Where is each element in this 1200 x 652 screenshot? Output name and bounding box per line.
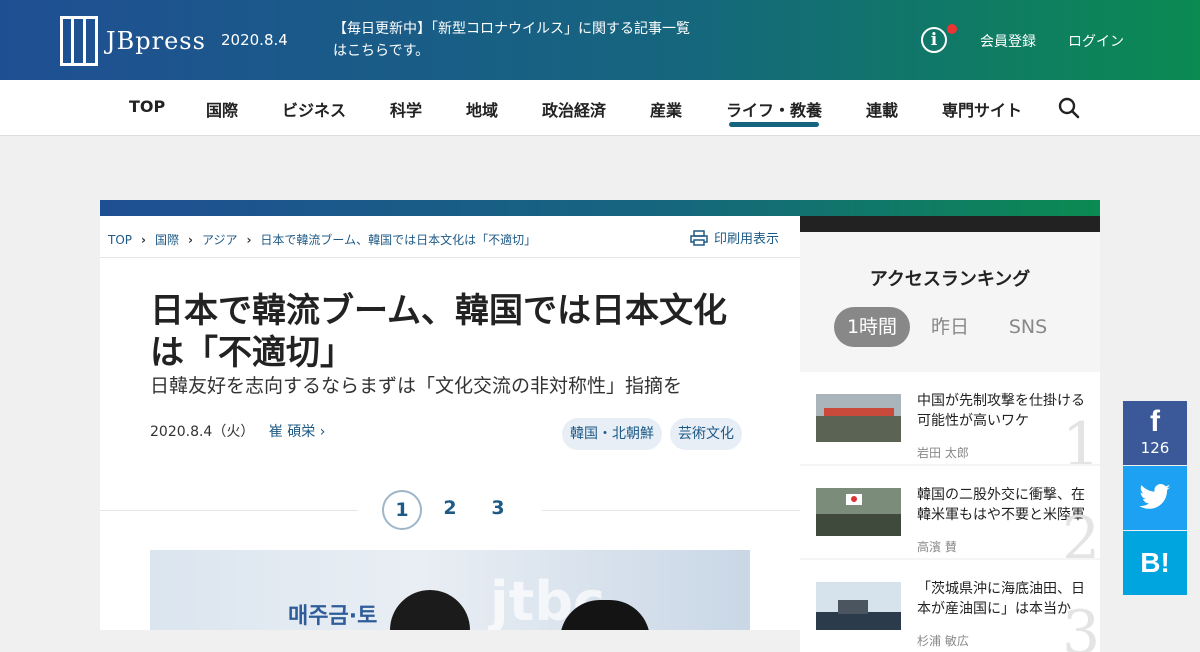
- covid-notice-link[interactable]: 【毎日更新中】「新型コロナウイルス」に関する記事一覧はこちらです。: [333, 18, 693, 62]
- pagination-divider: [100, 510, 358, 511]
- ranking-number: 2: [1062, 504, 1100, 558]
- breadcrumb-international[interactable]: 国際: [155, 233, 179, 247]
- print-button[interactable]: 印刷用表示: [690, 228, 779, 247]
- ranking-item-author: 高濱 賛: [917, 540, 957, 554]
- tab-sns[interactable]: SNS: [996, 307, 1060, 347]
- printer-icon: [690, 229, 708, 246]
- main-nav: TOP 国際 ビジネス 科学 地域 政治経済 産業 ライフ・教養 連載 専門サイ…: [0, 80, 1200, 136]
- pagination-divider: [542, 510, 800, 511]
- breadcrumb-top[interactable]: TOP: [108, 233, 132, 247]
- breadcrumb-current[interactable]: 日本で韓流ブーム、韓国では日本文化は「不適切」: [260, 233, 536, 247]
- page-2-button[interactable]: 2: [430, 490, 470, 530]
- breadcrumb-separator-icon: ›: [141, 233, 146, 247]
- signup-link[interactable]: 会員登録: [980, 31, 1036, 51]
- author-name: 崔 碩栄: [268, 424, 316, 440]
- page-3-button[interactable]: 3: [478, 490, 518, 530]
- ranking-title: アクセスランキング: [869, 269, 1031, 290]
- login-link[interactable]: ログイン: [1068, 31, 1124, 51]
- hatena-bookmark-button[interactable]: B!: [1123, 531, 1187, 595]
- article-title: 日本で韓流ブーム、韓国では日本文化は「不適切」: [150, 291, 727, 373]
- logo-mark-icon: [60, 16, 98, 66]
- print-label: 印刷用表示: [714, 232, 780, 247]
- page-1-button[interactable]: 1: [382, 490, 422, 530]
- nav-item-region[interactable]: 地域: [466, 97, 498, 121]
- tag-arts-culture[interactable]: 芸術文化: [670, 418, 742, 450]
- content-gradient-bar: [100, 200, 1100, 216]
- photo-sign-text: 매주금·토: [288, 604, 378, 629]
- article-meta: 2020.8.4（火） 崔 碩栄 ›: [150, 421, 325, 441]
- nav-item-industry[interactable]: 産業: [650, 97, 682, 121]
- author-link[interactable]: 崔 碩栄 ›: [269, 424, 326, 440]
- hatena-icon: B!: [1140, 547, 1170, 578]
- nav-item-top[interactable]: TOP: [129, 97, 165, 116]
- ranking-thumbnail: [816, 394, 901, 442]
- article-photo: 매주금·토 jtbc: [150, 550, 750, 630]
- nav-item-life-culture[interactable]: ライフ・教養: [726, 97, 822, 121]
- nav-item-science[interactable]: 科学: [390, 97, 422, 121]
- nav-item-specialty-sites[interactable]: 専門サイト: [942, 97, 1022, 121]
- nav-item-politics-economy[interactable]: 政治経済: [542, 97, 606, 121]
- facebook-share-count: 126: [1140, 439, 1170, 457]
- logo-text: JBpress: [106, 27, 206, 55]
- notification-dot: [947, 24, 957, 34]
- nav-item-international[interactable]: 国際: [206, 97, 238, 121]
- info-icon[interactable]: i: [921, 27, 947, 53]
- ranking-thumbnail: [816, 488, 901, 536]
- chevron-right-icon: ›: [319, 424, 326, 440]
- breadcrumb-separator-icon: ›: [246, 233, 252, 247]
- nav-item-series[interactable]: 連載: [866, 97, 898, 121]
- article-subtitle: 日韓友好を志向するならまずは「文化交流の非対称性」指摘を: [150, 375, 683, 397]
- facebook-icon: f: [1150, 405, 1160, 438]
- sidebar-top-bar: [800, 216, 1100, 232]
- tab-yesterday[interactable]: 昨日: [918, 307, 982, 347]
- ranking-sidebar: アクセスランキング 1時間 昨日 SNS 中国が先制攻撃を仕掛ける可能性が高いワ…: [800, 232, 1100, 652]
- twitter-share-button[interactable]: [1123, 466, 1187, 530]
- breadcrumb: TOP › 国際 › アジア › 日本で韓流ブーム、韓国では日本文化は「不適切」: [108, 231, 536, 248]
- divider: [100, 257, 800, 258]
- ranking-item-author: 岩田 太郎: [917, 446, 969, 460]
- ranking-number: 3: [1062, 598, 1100, 652]
- twitter-icon: [1139, 484, 1171, 509]
- nav-active-indicator: [729, 122, 819, 127]
- photo-person: [390, 590, 470, 630]
- ranking-item[interactable]: 韓国の二股外交に衝撃、在韓米軍もはや不要と米陸軍 高濱 賛 2: [800, 466, 1100, 558]
- ranking-thumbnail: [816, 582, 901, 630]
- tag-korea[interactable]: 韓国・北朝鮮: [562, 418, 662, 450]
- header-date: 2020.8.4: [221, 31, 288, 49]
- article-panel: TOP › 国際 › アジア › 日本で韓流ブーム、韓国では日本文化は「不適切」 印刷用表示…: [100, 216, 800, 630]
- article-date: 2020.8.4（火）: [150, 424, 255, 440]
- ranking-item[interactable]: 中国が先制攻撃を仕掛ける可能性が高いワケ 岩田 太郎 1: [800, 372, 1100, 464]
- facebook-share-button[interactable]: f 126: [1123, 401, 1187, 465]
- ranking-number: 1: [1062, 410, 1100, 464]
- search-icon[interactable]: [1058, 97, 1080, 119]
- jbpress-logo[interactable]: JBpress: [60, 16, 206, 66]
- site-header: JBpress 2020.8.4 【毎日更新中】「新型コロナウイルス」に関する記…: [0, 0, 1200, 80]
- breadcrumb-separator-icon: ›: [187, 233, 193, 247]
- breadcrumb-asia[interactable]: アジア: [202, 233, 238, 247]
- ranking-item-author: 杉浦 敏広: [917, 634, 969, 648]
- ranking-item[interactable]: 「茨城県沖に海底油田、日本が産油国に」は本当か 杉浦 敏広 3: [800, 560, 1100, 652]
- tab-1-hour[interactable]: 1時間: [834, 307, 910, 347]
- nav-item-business[interactable]: ビジネス: [282, 97, 346, 121]
